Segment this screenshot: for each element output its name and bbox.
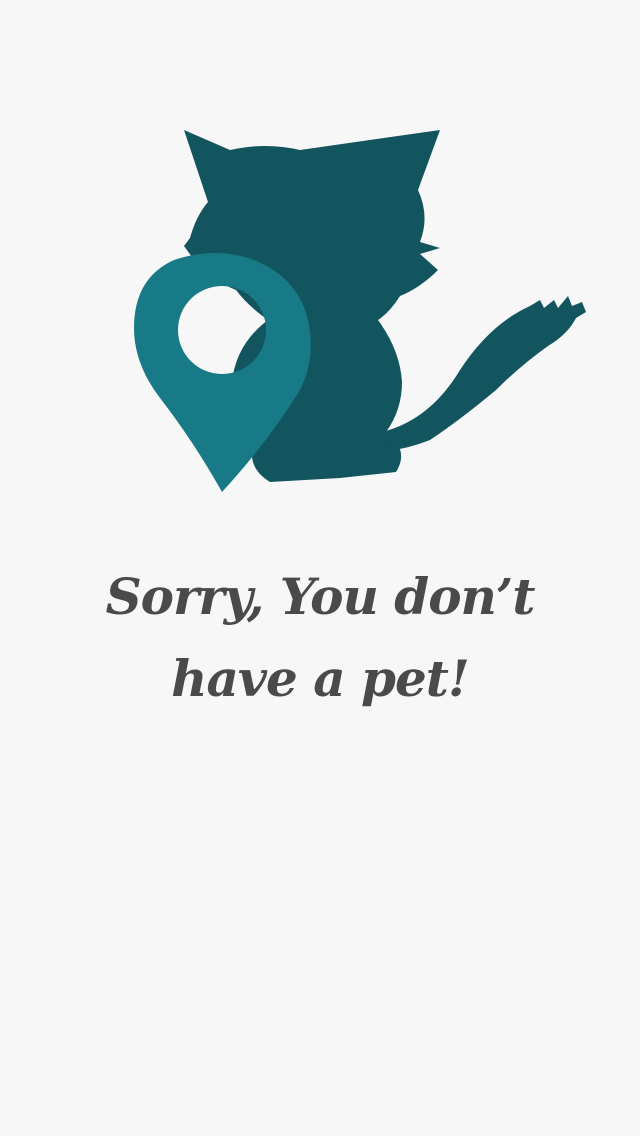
message-line-1: Sorry, You don’t: [105, 567, 536, 626]
cat-tail: [382, 296, 586, 450]
cat-with-location-pin-icon: [134, 130, 586, 492]
message-line-2: have a pet!: [171, 649, 470, 708]
no-pet-screen: Sorry, You don’t have a pet!: [0, 0, 640, 1136]
empty-state-message: Sorry, You don’t have a pet!: [60, 556, 580, 720]
